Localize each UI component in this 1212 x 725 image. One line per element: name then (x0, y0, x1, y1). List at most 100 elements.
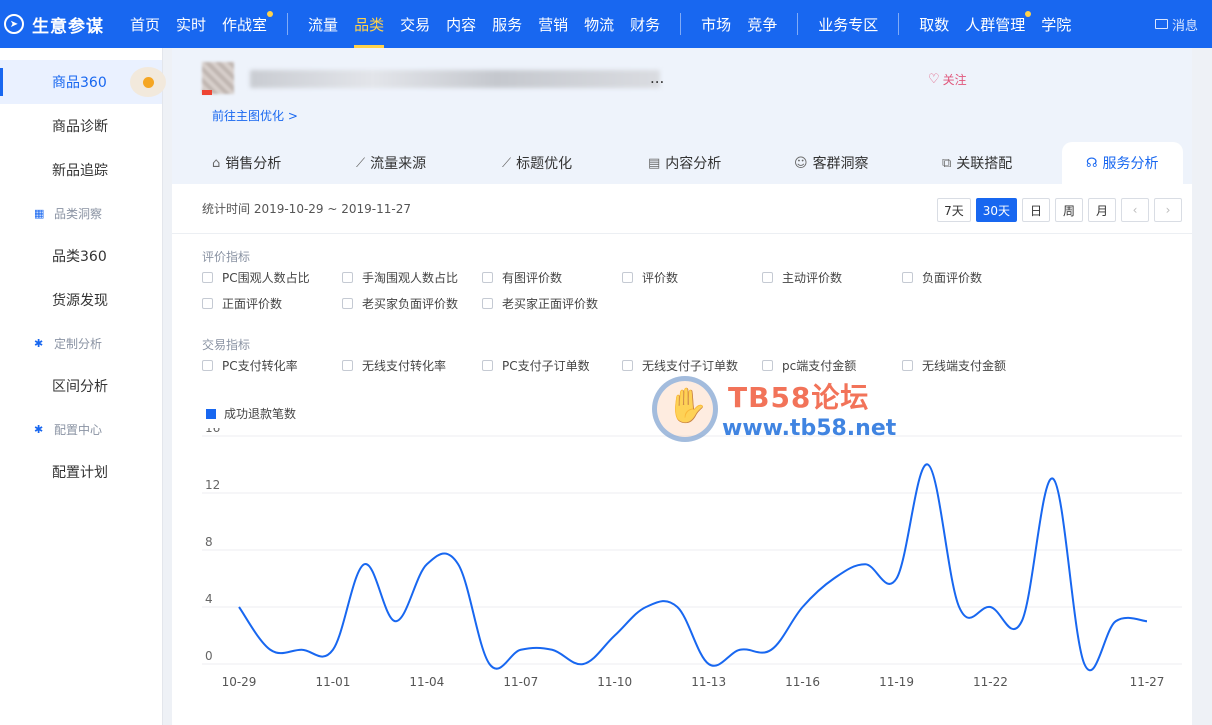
range-button-5[interactable]: 月 (1088, 198, 1116, 222)
checkbox-icon[interactable] (762, 359, 773, 371)
data-point[interactable] (424, 561, 430, 567)
nav-item-1[interactable]: 首页 (122, 0, 168, 48)
sidebar-item[interactable]: 新品追踪 (0, 148, 162, 192)
data-point[interactable] (768, 647, 774, 653)
nav-item-1[interactable]: 取数 (911, 0, 957, 48)
sidebar-item[interactable]: 货源发现 (0, 278, 162, 322)
nav-item-2[interactable]: 实时 (168, 0, 214, 48)
nav-item-2[interactable]: 品类 (346, 0, 392, 48)
product-title[interactable]: ... (650, 69, 664, 87)
nav-item-3[interactable]: 作战室 (214, 0, 275, 48)
nav-item-5[interactable]: 服务 (484, 0, 530, 48)
range-button-4[interactable]: 周 (1055, 198, 1083, 222)
chevron-right-icon[interactable]: › (1154, 198, 1182, 222)
nav-item-1[interactable]: 业务专区 (810, 0, 886, 48)
checkbox-icon[interactable] (202, 359, 213, 371)
metric-checkbox[interactable]: 评价数 (622, 269, 762, 286)
sidebar-item[interactable]: 品类360 (0, 234, 162, 278)
tab-1[interactable]: ⌂ 销售分析 (212, 142, 281, 184)
data-point[interactable] (1081, 661, 1087, 667)
messages-button[interactable]: 消息 (1154, 0, 1198, 48)
data-point[interactable] (800, 604, 806, 610)
data-point[interactable] (1019, 618, 1025, 624)
tab-5[interactable]: ☺ 客群洞察 (794, 142, 869, 184)
nav-item-3[interactable]: 学院 (1033, 0, 1079, 48)
data-point[interactable] (987, 604, 993, 610)
metric-checkbox[interactable]: 无线支付转化率 (342, 357, 482, 374)
sidebar-item[interactable]: 区间分析 (0, 364, 162, 408)
tab-2[interactable]: ⟋ 流量来源 (356, 142, 426, 184)
data-point[interactable] (1113, 618, 1119, 624)
data-point[interactable] (330, 647, 336, 653)
nav-item-7[interactable]: 物流 (576, 0, 622, 48)
nav-item-8[interactable]: 财务 (622, 0, 668, 48)
metric-checkbox[interactable]: 负面评价数 (902, 269, 1042, 286)
data-point[interactable] (643, 604, 649, 610)
data-point[interactable] (956, 604, 962, 610)
metric-checkbox[interactable]: PC支付转化率 (202, 357, 342, 374)
data-point[interactable] (236, 604, 242, 610)
metric-checkbox[interactable]: 无线支付子订单数 (622, 357, 762, 374)
metric-checkbox[interactable]: pc端支付金额 (762, 357, 902, 374)
main-pic-optimize-link[interactable]: 前往主图优化 > (212, 107, 298, 124)
metric-checkbox[interactable]: PC围观人数占比 (202, 269, 342, 286)
nav-item-1[interactable]: 市场 (693, 0, 739, 48)
tab-7[interactable]: ☊ 服务分析 (1062, 142, 1183, 184)
checkbox-icon[interactable] (902, 271, 913, 283)
brand[interactable]: ➤ 生意参谋 (0, 12, 128, 37)
checkbox-icon[interactable] (342, 297, 353, 309)
follow-button[interactable]: ♡ 关注 (928, 71, 967, 88)
data-point[interactable] (393, 618, 399, 624)
data-point[interactable] (518, 647, 524, 653)
data-point[interactable] (706, 661, 712, 667)
nav-item-4[interactable]: 内容 (438, 0, 484, 48)
metric-checkbox[interactable]: 主动评价数 (762, 269, 902, 286)
data-point[interactable] (831, 576, 837, 582)
metric-checkbox[interactable]: 有图评价数 (482, 269, 622, 286)
checkbox-icon[interactable] (202, 271, 213, 283)
checkbox-icon[interactable] (482, 359, 493, 371)
data-point[interactable] (361, 561, 367, 567)
data-point[interactable] (894, 576, 900, 582)
metric-checkbox[interactable]: 手淘围观人数占比 (342, 269, 482, 286)
nav-item-2[interactable]: 人群管理 (957, 0, 1033, 48)
metric-checkbox[interactable]: 正面评价数 (202, 295, 342, 312)
sidebar-item[interactable]: 商品360 (0, 60, 166, 104)
range-button-1[interactable]: 7天 (937, 198, 971, 222)
checkbox-icon[interactable] (902, 359, 913, 371)
tab-3[interactable]: ⟋ 标题优化 (502, 142, 572, 184)
data-point[interactable] (455, 561, 461, 567)
nav-item-2[interactable]: 竞争 (739, 0, 785, 48)
data-point[interactable] (267, 647, 273, 653)
data-point[interactable] (925, 462, 931, 468)
data-point[interactable] (862, 561, 868, 567)
data-point[interactable] (612, 633, 618, 639)
metric-checkbox[interactable]: 老买家正面评价数 (482, 295, 622, 312)
data-point[interactable] (580, 661, 586, 667)
nav-item-1[interactable]: 流量 (300, 0, 346, 48)
data-point[interactable] (1050, 476, 1056, 482)
data-point[interactable] (737, 647, 743, 653)
sidebar-item[interactable]: 商品诊断 (0, 104, 162, 148)
checkbox-icon[interactable] (202, 297, 213, 309)
tab-4[interactable]: ▤ 内容分析 (648, 142, 721, 184)
nav-item-3[interactable]: 交易 (392, 0, 438, 48)
checkbox-icon[interactable] (622, 271, 633, 283)
tab-6[interactable]: ⧉ 关联搭配 (942, 142, 1012, 184)
metric-checkbox[interactable]: PC支付子订单数 (482, 357, 622, 374)
data-point[interactable] (1144, 618, 1150, 624)
data-point[interactable] (674, 604, 680, 610)
checkbox-icon[interactable] (482, 271, 493, 283)
sidebar-item[interactable]: 配置计划 (0, 450, 162, 494)
chevron-left-icon[interactable]: ‹ (1121, 198, 1149, 222)
data-point[interactable] (486, 661, 492, 667)
range-button-2[interactable]: 30天 (975, 198, 1017, 222)
data-point[interactable] (299, 647, 305, 653)
checkbox-icon[interactable] (342, 359, 353, 371)
data-point[interactable] (549, 647, 555, 653)
checkbox-icon[interactable] (342, 271, 353, 283)
metric-checkbox[interactable]: 无线端支付金额 (902, 357, 1042, 374)
checkbox-icon[interactable] (482, 297, 493, 309)
metric-checkbox[interactable]: 老买家负面评价数 (342, 295, 482, 312)
chart-legend[interactable]: 成功退款笔数 (206, 405, 296, 422)
